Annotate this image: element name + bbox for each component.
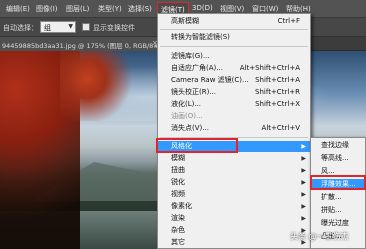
menu-item-label: 渲染 [171,214,185,222]
shortcut-label: Shift+Ctrl+X [255,100,300,108]
menu-item-label: 油画(O)... [171,112,203,120]
auto-select-value: 组 [44,24,51,32]
menu-item-distort[interactable]: 扭曲 ▶ [158,165,310,176]
menu-item-other[interactable]: 其它 ▶ [158,237,310,248]
menu-item-label: 消失点(V)... [171,124,209,132]
menu-layer[interactable]: 图层(L) [66,4,89,14]
chevron-down-icon: ▼ [68,23,73,30]
menu-divider [160,29,308,30]
filter-menu: 高斯模糊 Ctrl+F 转换为智能滤镜(S) 滤镜库(G)... 自适应广角(A… [157,13,311,249]
document-tab[interactable]: 94459885bd3aa31.jpg @ 175% (图层 0, RGB/8#… [0,37,160,51]
menu-image[interactable]: 图像(I) [36,4,58,14]
menu-item-liquify[interactable]: 液化(L)... Shift+Ctrl+X [158,99,310,110]
menu-item-vanishing-point[interactable]: 消失点(V)... Alt+Ctrl+V [158,123,310,134]
menu-item-label: 扭曲 [171,166,185,174]
menu-item-oil-paint: 油画(O)... [158,111,310,122]
auto-select-dropdown[interactable]: 组 ▼ [40,21,76,33]
menu-item-blur[interactable]: 模糊 ▶ [158,153,310,164]
menu-item-label: 自适应广角(A)... [171,64,223,72]
menu-item-label: 视频 [171,190,185,198]
shortcut-label: Shift+Ctrl+R [255,88,300,96]
submenu-item-solarize[interactable]: 曝光过度 [311,218,365,229]
menu-item-label: 滤镜库(G)... [171,52,210,60]
shortcut-label: Alt+Ctrl+V [261,124,300,132]
menu-item-stylize[interactable]: 风格化 ▶ [158,141,310,152]
menu-item-label: 锐化 [171,178,185,186]
submenu-item-emboss[interactable]: 浮雕效果... [311,179,365,190]
menu-item-filter-gallery[interactable]: 滤镜库(G)... [158,51,310,62]
submenu-arrow-icon: ▶ [301,155,306,162]
menu-item-label: 镜头校正(R)... [171,88,217,96]
shortcut-label: Shift+Ctrl+A [255,76,300,84]
submenu-item-diffuse[interactable]: 扩散... [311,192,365,203]
menu-item-label: 像素化 [171,202,192,210]
menu-item-label: 转换为智能滤镜(S) [171,33,230,41]
watermark-text: 头条 @一三伤杰 [290,232,349,241]
submenu-arrow-icon: ▶ [301,215,306,222]
shortcut-label: Alt+Shift+Ctrl+A [239,64,300,72]
menu-item-camera-raw[interactable]: Camera Raw 滤镜(C)... Shift+Ctrl+A [158,75,310,86]
menu-item-adaptive-wide-angle[interactable]: 自适应广角(A)... Alt+Shift+Ctrl+A [158,63,310,74]
show-transform-checkbox[interactable] [82,23,90,31]
menu-item-label: 风格化 [171,142,192,150]
shortcut-label: Ctrl+F [277,17,300,25]
menu-item-sharpen[interactable]: 锐化 ▶ [158,177,310,188]
menu-item-label: Camera Raw 滤镜(C)... [171,76,249,84]
document-title: 94459885bd3aa31.jpg @ 175% (图层 0, RGB/8#… [2,42,160,50]
menu-select[interactable]: 选择(S) [128,4,152,14]
menu-divider [160,137,308,138]
submenu-arrow-icon: ▶ [301,203,306,210]
submenu-arrow-icon: ▶ [301,191,306,198]
menu-item-lens-correction[interactable]: 镜头校正(R)... Shift+Ctrl+R [158,87,310,98]
submenu-item-contour[interactable]: 等高线... [311,153,365,164]
submenu-item-wind[interactable]: 风... [311,166,365,177]
menu-item-label: 高斯模糊 [171,17,199,25]
submenu-item-find-edges[interactable]: 查找边缘 [311,140,365,151]
menu-item-render[interactable]: 渲染 ▶ [158,213,310,224]
menu-3d[interactable]: 3D(D) [192,4,213,12]
submenu-item-tiles[interactable]: 拼贴... [311,205,365,216]
menu-item-label: 液化(L)... [171,100,202,108]
menu-item-gaussian-blur[interactable]: 高斯模糊 Ctrl+F [158,16,310,27]
photo-red-leaves [60,51,150,121]
menu-type[interactable]: 类型(Y) [98,4,122,14]
menu-item-video[interactable]: 视频 ▶ [158,189,310,200]
show-transform-label: 显示变换控件 [93,24,135,32]
menu-item-smart-filter[interactable]: 转换为智能滤镜(S) [158,32,310,43]
menu-divider [160,46,308,47]
submenu-arrow-icon: ▶ [301,167,306,174]
submenu-arrow-icon: ▶ [301,143,306,150]
submenu-arrow-icon: ▶ [301,179,306,186]
menu-item-label: 模糊 [171,154,185,162]
menu-edit[interactable]: 编辑(E) [6,4,30,14]
menu-item-pixelate[interactable]: 像素化 ▶ [158,201,310,212]
auto-select-label: 自动选择： [3,24,38,32]
menu-item-noise[interactable]: 杂色 ▶ [158,225,310,236]
menu-item-label: 其它 [171,238,185,246]
menu-item-label: 杂色 [171,226,185,234]
